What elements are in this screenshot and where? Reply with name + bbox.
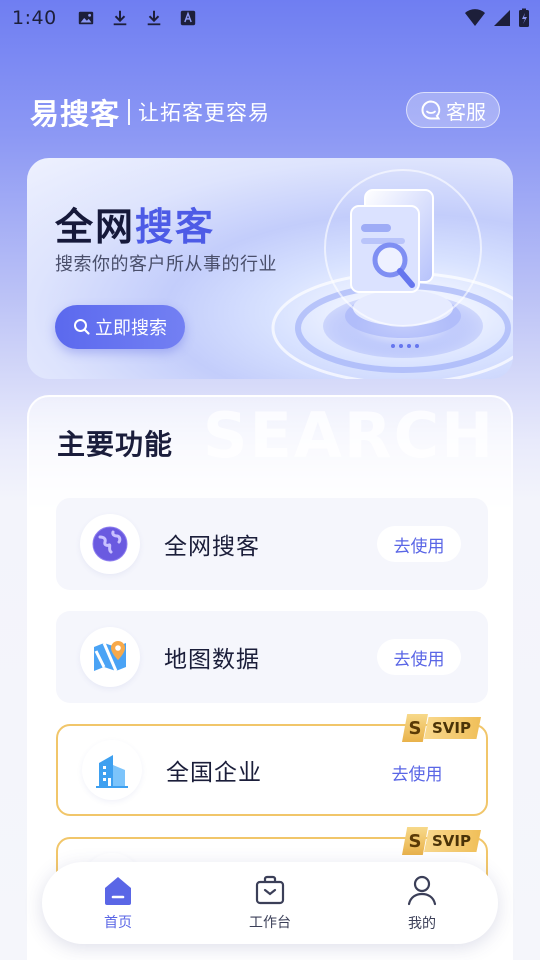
section-title: 主要功能	[57, 428, 174, 461]
feature-icon-container	[80, 627, 140, 687]
feature-name: 全国企业	[166, 760, 262, 786]
download-icon	[113, 10, 126, 26]
watermark-text: SEARCH	[202, 399, 495, 472]
feature-item-map-data[interactable]: 地图数据 去使用	[56, 611, 488, 703]
feature-name: 全网搜客	[164, 534, 260, 560]
status-bar: 1:40	[0, 0, 540, 36]
nav-item-mine[interactable]: 我的	[346, 862, 498, 944]
text-a-icon	[180, 10, 195, 26]
nav-item-home[interactable]: 首页	[42, 862, 194, 944]
battery-charging-icon	[519, 8, 529, 27]
nav-label: 我的	[408, 916, 436, 932]
banner-title-plain: 全网	[55, 205, 136, 249]
wifi-icon	[465, 9, 485, 26]
search-now-button[interactable]: 立即搜索	[55, 305, 185, 349]
app-header: 易搜客 让拓客更容易 客服	[30, 92, 510, 132]
home-icon	[105, 877, 131, 905]
svip-badge: S SVIP	[402, 827, 490, 855]
globe-icon	[92, 526, 128, 562]
map-pin-icon	[94, 641, 126, 672]
bottom-navigation: 首页 工作台 我的	[42, 862, 498, 944]
brand-slogan: 让拓客更容易	[138, 101, 271, 125]
feature-icon-container	[82, 740, 142, 800]
nav-item-workbench[interactable]: 工作台	[194, 862, 346, 944]
brand-name: 易搜客	[30, 97, 121, 131]
status-time: 1:40	[12, 7, 57, 29]
image-icon	[78, 11, 93, 25]
chat-bubble-icon	[421, 100, 441, 120]
feature-item-web-search[interactable]: 全网搜客 去使用	[56, 498, 488, 590]
feature-name: 地图数据	[164, 647, 260, 673]
nav-label: 工作台	[249, 915, 291, 931]
signal-icon	[494, 10, 510, 26]
feature-item-national-enterprises[interactable]: S SVIP 全国企业 去使用	[56, 714, 488, 816]
banner-title-accent: 搜客	[135, 205, 216, 249]
banner-title: 全网搜客	[55, 196, 215, 251]
svip-badge-mark: S	[402, 827, 428, 855]
use-button[interactable]: 去使用	[375, 754, 459, 790]
briefcase-icon	[255, 875, 285, 905]
download-icon	[147, 10, 160, 26]
user-icon	[407, 875, 437, 906]
search-banner[interactable]: 全网搜客 搜索你的客户所从事的行业 立即搜索	[27, 158, 513, 379]
building-icon	[96, 755, 128, 788]
search-icon	[74, 319, 90, 335]
svip-badge: S SVIP	[402, 714, 490, 742]
banner-subtitle: 搜索你的客户所从事的行业	[55, 254, 277, 275]
svip-badge-text: SVIP	[424, 830, 481, 852]
use-button[interactable]: 去使用	[377, 639, 461, 675]
customer-service-label: 客服	[446, 99, 486, 124]
svip-badge-text: SVIP	[424, 717, 481, 739]
brand-divider	[128, 99, 131, 125]
nav-label: 首页	[104, 915, 132, 931]
use-button[interactable]: 去使用	[377, 526, 461, 562]
search-illustration	[271, 169, 513, 379]
customer-service-button[interactable]: 客服	[406, 92, 500, 128]
feature-icon-container	[80, 514, 140, 574]
search-now-label: 立即搜索	[95, 318, 167, 339]
svip-badge-mark: S	[402, 714, 428, 742]
